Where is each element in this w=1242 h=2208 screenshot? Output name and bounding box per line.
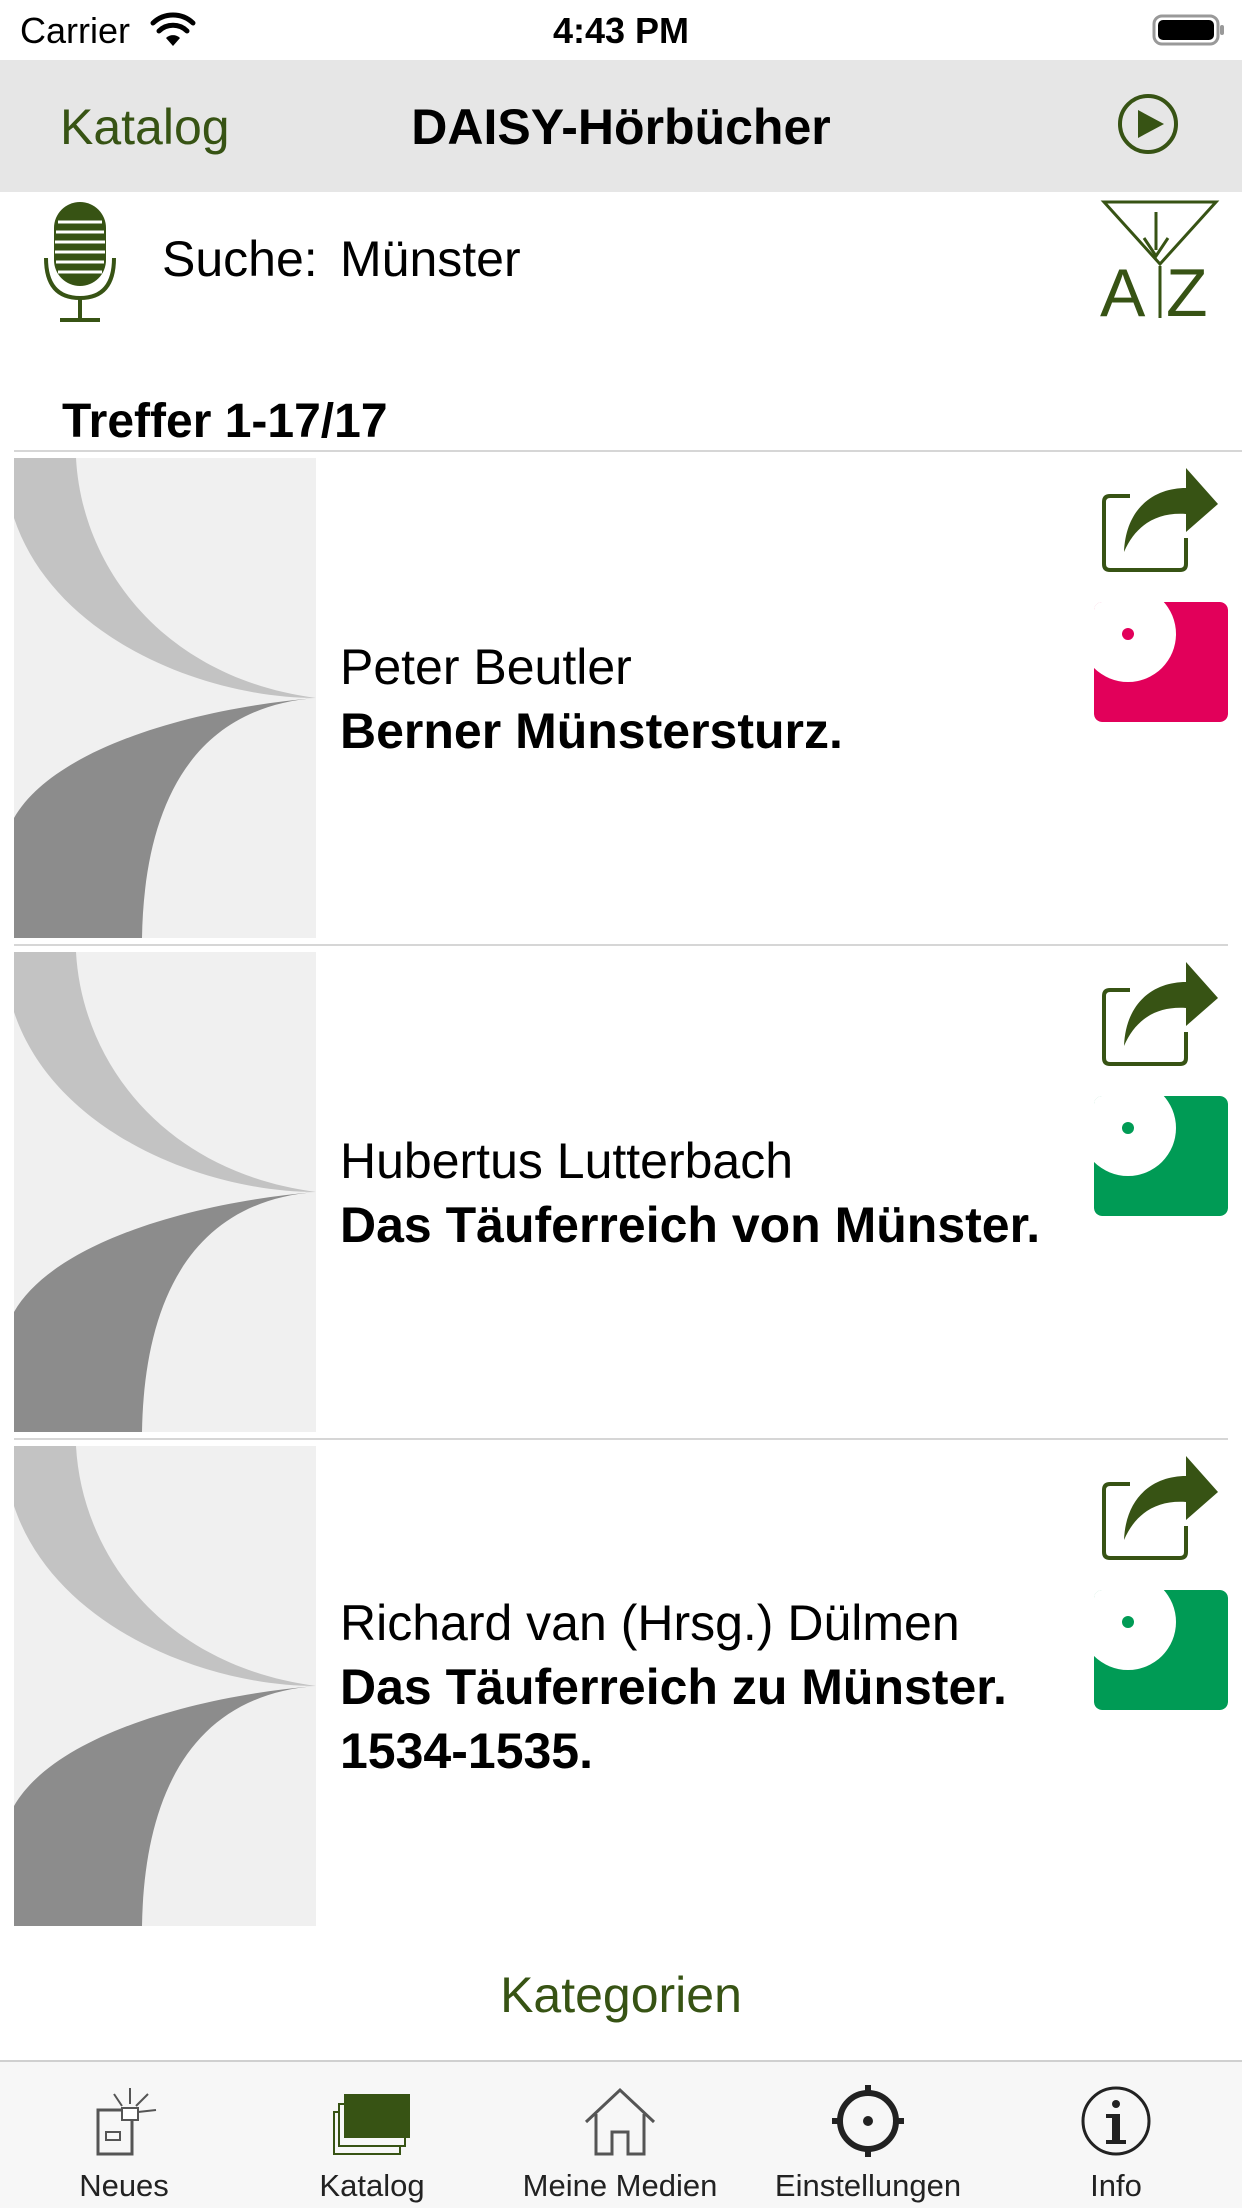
tab-einstellungen[interactable]: Einstellungen [744, 2062, 992, 2208]
format-badge-icon [1094, 1590, 1228, 1710]
share-icon[interactable] [1100, 466, 1220, 574]
list-item[interactable]: Richard van (Hrsg.) Dülmen Das Täuferrei… [0, 1440, 1242, 1934]
svg-text:Z: Z [1166, 255, 1208, 322]
results-count: Treffer 1-17/17 [62, 395, 388, 448]
status-bar: Carrier 4:43 PM [0, 0, 1242, 60]
tab-label: Einstellungen [774, 2168, 962, 2203]
item-texts: Peter Beutler Berner Münstersturz. [340, 452, 1060, 946]
cover-image [14, 458, 316, 938]
tab-meine-medien[interactable]: Meine Medien [496, 2062, 744, 2208]
item-author: Hubertus Lutterbach [340, 1133, 794, 1189]
share-icon[interactable] [1100, 1454, 1220, 1562]
svg-text:A: A [1100, 255, 1146, 322]
play-circle-icon[interactable] [1116, 92, 1180, 156]
share-icon[interactable] [1100, 960, 1220, 1068]
catalog-icon [333, 2094, 410, 2155]
tab-label: Meine Medien [522, 2168, 718, 2203]
search-input[interactable]: Münster [340, 230, 521, 288]
tab-label: Katalog [319, 2168, 425, 2203]
categories-link[interactable]: Kategorien [0, 1966, 1242, 2024]
tab-neues[interactable]: Neues [0, 2062, 248, 2208]
list-item[interactable]: Peter Beutler Berner Münstersturz. [0, 452, 1242, 946]
tab-bar: Neues Katalog Meine Medien Einstellungen [0, 2060, 1242, 2208]
item-author: Peter Beutler [340, 639, 632, 695]
sort-a-z-icon[interactable]: A Z [1100, 198, 1220, 322]
page-title: DAISY-Hörbücher [411, 99, 831, 155]
item-title: Das Täuferreich von Münster. [340, 1197, 1041, 1253]
gear-icon [832, 2085, 904, 2157]
info-icon [1081, 2086, 1151, 2156]
format-badge-dot [1122, 628, 1134, 640]
search-label: Suche: [162, 231, 318, 287]
item-texts: Richard van (Hrsg.) Dülmen Das Täuferrei… [340, 1440, 1060, 1934]
navigation-bar: Katalog DAISY-Hörbücher [0, 60, 1242, 192]
item-texts: Hubertus Lutterbach Das Täuferreich von … [340, 946, 1060, 1440]
search-row: Suche: Münster A Z [0, 192, 1242, 332]
tab-label: Neues [79, 2168, 169, 2203]
format-badge-icon [1094, 602, 1228, 722]
battery-icon [1152, 14, 1224, 46]
item-author: Richard van (Hrsg.) Dülmen [340, 1595, 960, 1651]
cover-image [14, 952, 316, 1432]
news-icon [96, 2088, 157, 2156]
tab-label: Info [1090, 2168, 1142, 2203]
home-icon [584, 2087, 656, 2156]
list-item[interactable]: Hubertus Lutterbach Das Täuferreich von … [0, 946, 1242, 1440]
clock: 4:43 PM [552, 10, 690, 51]
item-title: Das Täuferreich zu Münster. 1534-1535. [340, 1659, 1007, 1779]
item-title: Berner Münstersturz. [340, 703, 843, 759]
format-badge-dot [1122, 1122, 1134, 1134]
format-badge-icon [1094, 1096, 1228, 1216]
format-badge-dot [1122, 1616, 1134, 1628]
tab-katalog[interactable]: Katalog [248, 2062, 496, 2208]
tab-info[interactable]: Info [992, 2062, 1240, 2208]
microphone-icon[interactable] [40, 200, 120, 324]
cover-image [14, 1446, 316, 1926]
